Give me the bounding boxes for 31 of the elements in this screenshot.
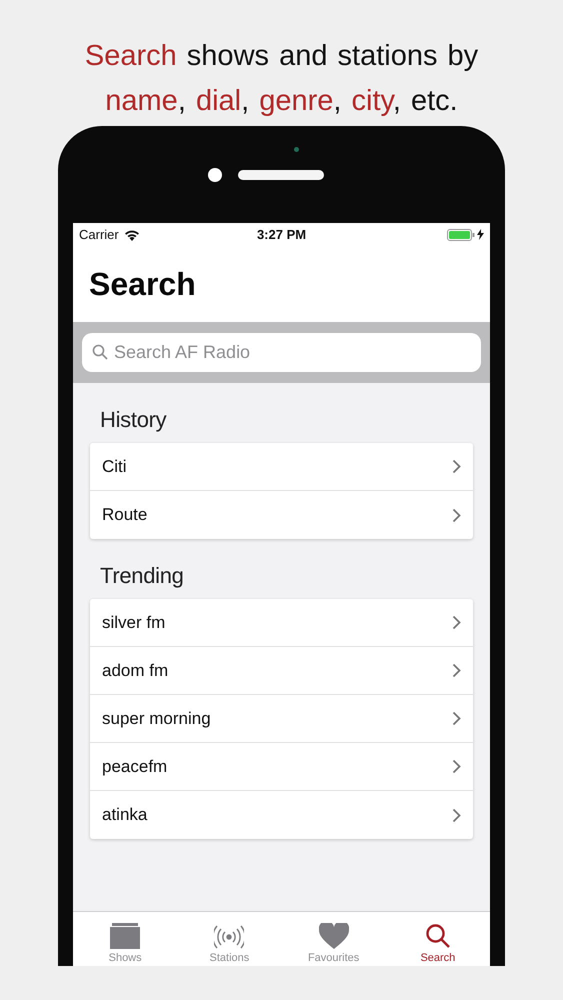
heart-icon	[318, 923, 349, 949]
list-item[interactable]: super morning	[90, 695, 473, 743]
camera-icon	[294, 147, 299, 152]
tab[interactable]: Search	[386, 912, 490, 966]
headline: Search shows and stations by name, dial, genre, city, etc.	[84, 39, 480, 119]
list-item[interactable]: adom fm	[90, 647, 473, 695]
chevron-icon	[452, 759, 461, 774]
list-item[interactable]: Citi	[90, 443, 473, 491]
carrier-label: Carrier	[79, 227, 119, 242]
section-heading: Trending	[100, 563, 185, 589]
chevron-icon	[452, 808, 461, 822]
list-item[interactable]: peacefm	[90, 743, 473, 791]
battery-icon	[447, 228, 476, 240]
search-icon	[424, 923, 451, 949]
sensor-dot	[208, 168, 222, 182]
folder-icon	[109, 923, 142, 949]
wifi-icon	[124, 228, 140, 240]
search-field[interactable]: Search AF Radio	[82, 333, 481, 372]
chevron-icon	[452, 459, 461, 474]
chevron-icon	[452, 711, 461, 726]
search-icon	[92, 344, 108, 360]
section-heading: History	[100, 407, 168, 433]
chevron-icon	[452, 663, 461, 678]
page-title: Search	[89, 266, 196, 302]
status-time: 3:27 PM	[256, 227, 306, 242]
list-item[interactable]: atinka	[90, 791, 473, 839]
chevron-icon	[452, 615, 461, 630]
list-item[interactable]: silver fm	[90, 599, 473, 647]
chevron-icon	[452, 508, 461, 522]
broadcast-icon	[214, 925, 244, 949]
list-item[interactable]: Route	[90, 491, 473, 539]
